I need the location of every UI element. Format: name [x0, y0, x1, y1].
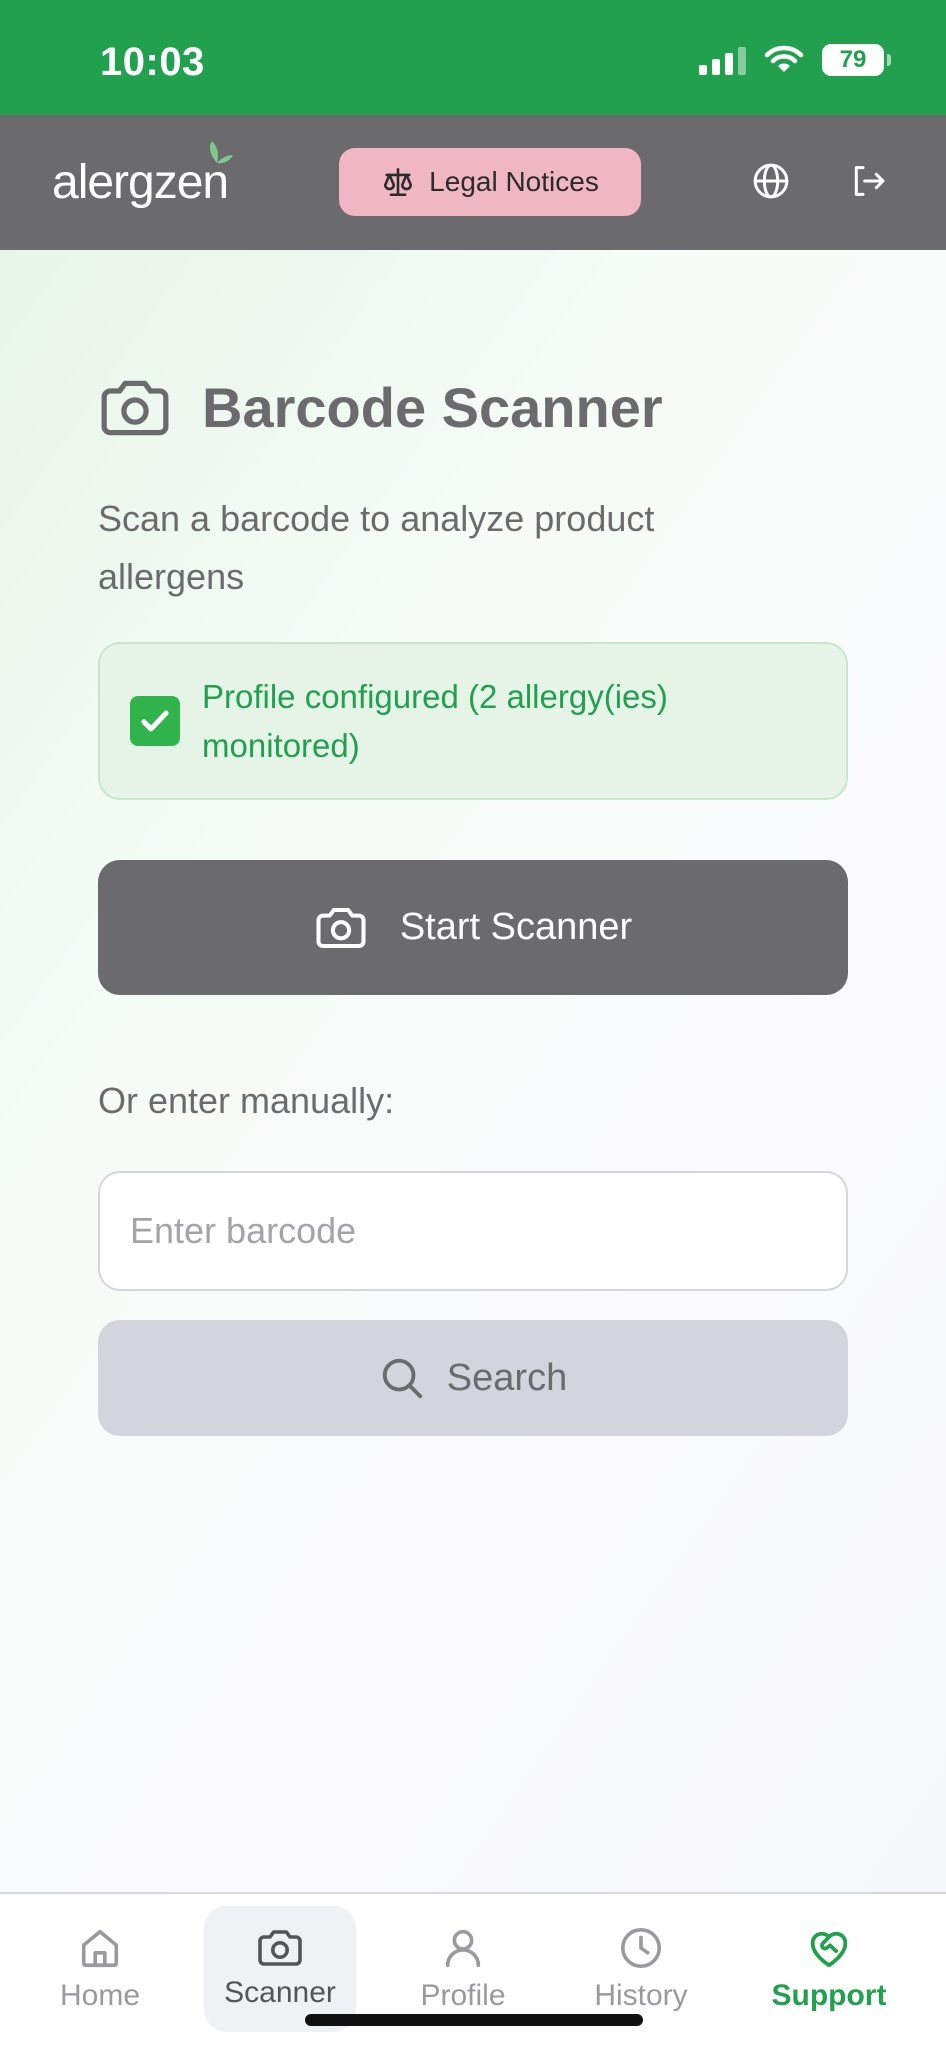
page-subtitle: Scan a barcode to analyze product allerg…: [98, 498, 655, 597]
camera-icon: [258, 1930, 302, 1966]
logout-icon[interactable]: [848, 161, 888, 201]
heart-handshake-icon: [810, 1931, 848, 1968]
manual-entry-label: Or enter manually:: [98, 1080, 395, 1121]
start-scanner-button[interactable]: Start Scanner: [98, 860, 848, 995]
camera-icon: [316, 907, 366, 948]
globe-icon[interactable]: [751, 161, 791, 201]
main-content: Barcode Scanner Scan a barcode to analyz…: [0, 250, 946, 1892]
nav-item-label: Profile: [420, 1979, 506, 2012]
check-icon: [130, 696, 180, 746]
profile-status-text: Profile configured (2 allergy(ies) monit…: [202, 678, 668, 764]
search-label: Search: [446, 1356, 568, 1399]
clock-icon: [620, 1927, 662, 1969]
page-title: Barcode Scanner: [202, 376, 663, 439]
home-indicator[interactable]: [305, 2014, 643, 2026]
legal-notices-label: Legal Notices: [429, 166, 599, 197]
battery-indicator: 79: [822, 44, 891, 76]
home-icon: [81, 1929, 119, 1968]
status-time: 10:03: [100, 40, 205, 84]
cellular-signal-icon: [699, 45, 746, 75]
wifi-icon: [764, 45, 804, 72]
legal-notices-button[interactable]: Legal Notices: [339, 148, 641, 216]
user-icon: [445, 1929, 481, 1968]
scale-icon: [384, 167, 413, 197]
camera-icon: [101, 380, 169, 435]
nav-item-home[interactable]: Home: [24, 1906, 176, 2032]
title-row: Barcode Scanner: [98, 375, 663, 440]
barcode-input[interactable]: [98, 1171, 848, 1291]
search-icon: [382, 1358, 422, 1399]
search-button[interactable]: Search: [98, 1320, 848, 1436]
app-header: alergzen Legal Notices: [0, 115, 946, 250]
start-scanner-label: Start Scanner: [399, 906, 633, 948]
nav-item-support[interactable]: Support: [753, 1906, 905, 2032]
nav-item-label: Home: [59, 1979, 141, 2012]
profile-status-box: Profile configured (2 allergy(ies) monit…: [98, 642, 848, 800]
nav-item-label: History: [594, 1979, 688, 2012]
nav-item-label: Support: [771, 1979, 887, 2012]
leaf-icon: [209, 141, 233, 164]
nav-item-label: Scanner: [224, 1976, 336, 2009]
app-logo[interactable]: alergzen: [52, 141, 233, 210]
status-bar: 10:03 79: [0, 0, 946, 115]
status-icons: 79: [699, 44, 891, 76]
